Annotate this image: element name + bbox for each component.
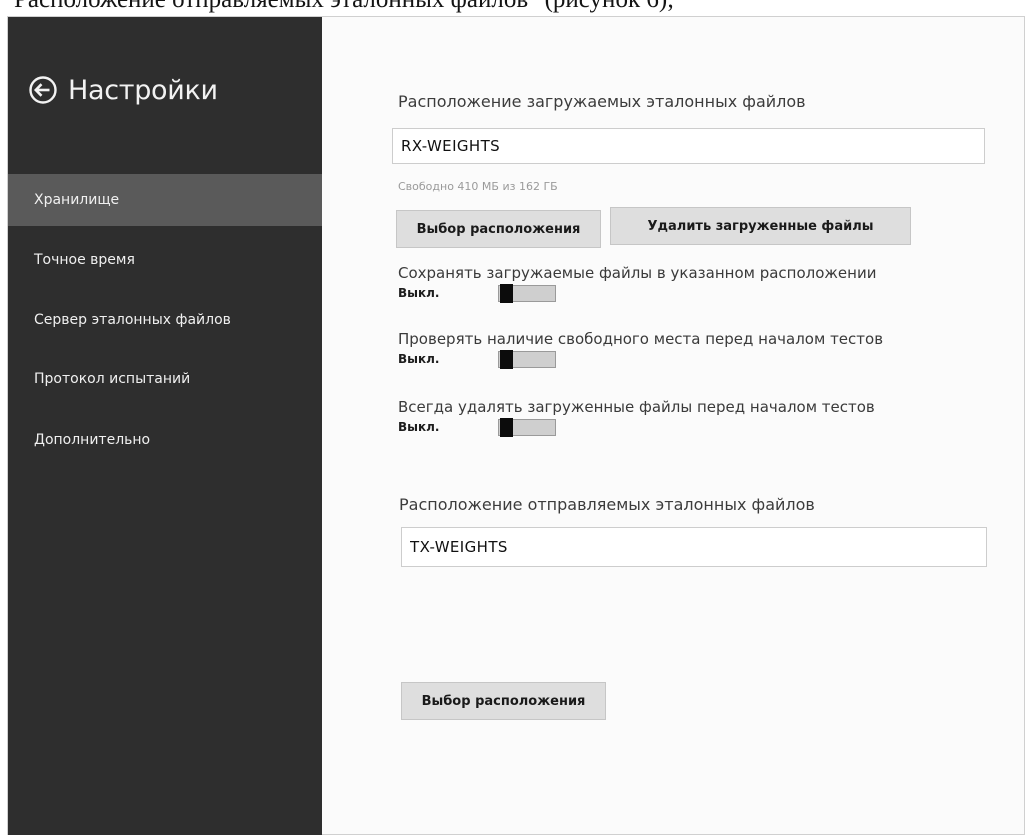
upload-location-heading: Расположение отправляемых эталонных файл…	[399, 495, 815, 514]
sidebar-item-test-report[interactable]: Протокол испытаний	[8, 353, 322, 405]
upload-location-field[interactable]	[401, 527, 987, 567]
delete-downloaded-files-button[interactable]: Удалить загруженные файлы	[610, 207, 911, 245]
sidebar-item-precise-time[interactable]: Точное время	[8, 234, 322, 286]
download-location-heading: Расположение загружаемых эталонных файло…	[398, 92, 806, 111]
sidebar-item-reference-server[interactable]: Сервер эталонных файлов	[8, 294, 322, 346]
sidebar-item-advanced[interactable]: Дополнительно	[8, 414, 322, 466]
save-downloads-setting: Сохранять загружаемые файлы в указанном …	[398, 264, 876, 306]
always-delete-setting: Всегда удалять загруженные файлы перед н…	[398, 398, 875, 440]
check-free-space-toggle[interactable]	[498, 350, 556, 369]
toggle-state-label: Выкл.	[398, 352, 440, 366]
choose-upload-location-button[interactable]: Выбор расположения	[401, 682, 606, 720]
toggle-thumb	[500, 418, 513, 437]
back-arrow-circle-icon[interactable]	[28, 75, 58, 105]
toggle-state-label: Выкл.	[398, 420, 440, 434]
back-button[interactable]: Настройки	[28, 68, 218, 112]
download-location-field[interactable]	[392, 128, 985, 164]
save-downloads-toggle[interactable]	[498, 284, 556, 303]
free-space-text: Свободно 410 МБ из 162 ГБ	[398, 180, 558, 193]
sidebar-item-storage[interactable]: Хранилище	[8, 174, 322, 226]
check-free-space-setting: Проверять наличие свободного места перед…	[398, 330, 883, 372]
toggle-thumb	[500, 350, 513, 369]
toggle-label: Сохранять загружаемые файлы в указанном …	[398, 264, 877, 282]
toggle-state-label: Выкл.	[398, 286, 440, 300]
always-delete-toggle[interactable]	[498, 418, 556, 437]
toggle-label: Всегда удалять загруженные файлы перед н…	[398, 398, 875, 416]
choose-download-location-button[interactable]: Выбор расположения	[396, 210, 601, 248]
document-caption: Расположение отправляемых эталонных файл…	[14, 0, 674, 14]
toggle-thumb	[500, 284, 513, 303]
toggle-label: Проверять наличие свободного места перед…	[398, 330, 884, 348]
settings-title: Настройки	[68, 74, 218, 106]
